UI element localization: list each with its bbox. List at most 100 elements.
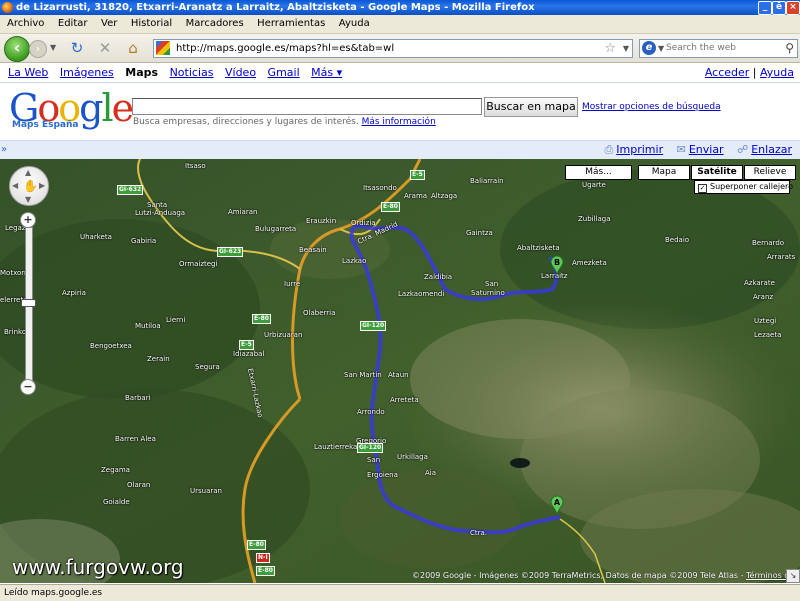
place-label: Olaberria xyxy=(303,309,336,317)
svg-text:B: B xyxy=(554,258,560,267)
map-type-map-button[interactable]: Mapa xyxy=(638,165,690,180)
road-name-label: Ctra. xyxy=(470,529,488,537)
back-button[interactable]: ‹ xyxy=(4,36,30,62)
search-hint-text: Busca empresas, direcciones y lugares de… xyxy=(133,117,359,127)
place-label: Altzaga xyxy=(431,192,458,200)
search-map-button[interactable]: Buscar en mapa xyxy=(484,97,578,117)
logo-subtitle: Maps España xyxy=(12,120,79,130)
overview-toggle-icon[interactable]: ↘ xyxy=(786,569,800,583)
bookmark-star-icon[interactable]: ☆ xyxy=(604,40,616,57)
link-link[interactable]: Enlazar xyxy=(751,143,792,156)
minimize-button[interactable]: _ xyxy=(758,1,772,15)
place-label: Aia xyxy=(425,469,437,477)
place-label: Zegama xyxy=(101,466,130,474)
overlay-label: Superponer callejero xyxy=(710,182,794,191)
zoom-slider-thumb[interactable] xyxy=(21,299,36,307)
pan-up-icon[interactable]: ▲ xyxy=(25,168,31,177)
menu-historial[interactable]: Historial xyxy=(126,15,177,33)
hand-icon[interactable]: ✋ xyxy=(23,179,38,193)
start-marker-a[interactable]: A xyxy=(550,495,564,515)
place-label: Aranz xyxy=(753,293,774,301)
gbar-link-news[interactable]: Noticias xyxy=(170,66,214,79)
map-type-terrain-button[interactable]: Relieve xyxy=(744,165,796,180)
zoom-in-button[interactable]: + xyxy=(20,212,36,228)
place-label: Zerain xyxy=(147,355,170,363)
place-label: Amiaran xyxy=(228,208,258,216)
close-button[interactable]: × xyxy=(786,1,800,15)
pan-control[interactable]: ▲ ▼ ◀ ▶ ✋ xyxy=(9,166,49,206)
zoom-out-button[interactable]: − xyxy=(20,379,36,395)
place-label: Arrarats xyxy=(767,253,796,261)
map-type-satellite-button[interactable]: Satélite xyxy=(691,165,743,180)
search-engine-icon[interactable]: e xyxy=(642,41,656,55)
place-label: Abaltzisketa xyxy=(517,244,560,252)
place-label: Arreteta xyxy=(390,396,419,404)
map-search-input[interactable] xyxy=(132,98,482,115)
place-label: Lazkao xyxy=(342,257,367,265)
google-bar-links: La Web Imágenes Maps Noticias Vídeo Gmai… xyxy=(8,66,350,79)
place-label: Beasain xyxy=(299,246,327,254)
forward-button[interactable]: › xyxy=(29,40,47,58)
place-label: Zaldibia xyxy=(424,273,453,281)
menu-editar[interactable]: Editar xyxy=(53,15,93,33)
place-label: Arama xyxy=(404,192,428,200)
road-shield: E-5 xyxy=(410,170,425,180)
pan-down-icon[interactable]: ▼ xyxy=(25,195,31,204)
map-type-more-button[interactable]: Más... xyxy=(565,165,632,180)
help-link[interactable]: Ayuda xyxy=(760,66,794,79)
checkbox-icon[interactable]: ✓ xyxy=(698,184,707,193)
gbar-link-images[interactable]: Imágenes xyxy=(60,66,114,79)
place-label: Idiazabal xyxy=(233,350,265,358)
place-label: Iurre xyxy=(284,280,301,288)
send-link[interactable]: Enviar xyxy=(689,143,724,156)
status-text: Leído maps.google.es xyxy=(4,588,103,598)
place-label: Uztegi xyxy=(754,317,777,325)
restore-button[interactable]: ē xyxy=(772,1,786,15)
road-shield: E-80 xyxy=(252,314,271,324)
place-label: Mutiloa xyxy=(135,322,161,330)
sign-in-link[interactable]: Acceder xyxy=(705,66,749,79)
stop-icon[interactable]: ✕ xyxy=(96,39,114,57)
road-shield: E-80 xyxy=(381,202,400,212)
more-info-link[interactable]: Más información xyxy=(362,117,436,127)
status-bar: Leído maps.google.es xyxy=(0,584,800,601)
menu-archivo[interactable]: Archivo xyxy=(2,15,49,33)
place-label: Urkillaga xyxy=(397,453,428,461)
pan-right-icon[interactable]: ▶ xyxy=(39,181,45,190)
menu-ver[interactable]: Ver xyxy=(96,15,122,33)
print-link[interactable]: Imprimir xyxy=(616,143,663,156)
overlay-streets-checkbox[interactable]: ✓ Superponer callejero xyxy=(694,180,794,194)
collapse-panel-icon[interactable]: » xyxy=(1,141,7,159)
place-label: Lazkaomendi xyxy=(398,290,445,298)
web-search-input[interactable] xyxy=(666,41,774,54)
gbar-link-web[interactable]: La Web xyxy=(8,66,48,79)
url-dropdown-icon[interactable]: ▼ xyxy=(623,40,629,57)
url-bar[interactable]: http://maps.google.es/maps?hl=es&tab=wl … xyxy=(153,39,633,58)
map-canvas[interactable]: Itsaso Santa Lutzi-Anduaga Amiaran Uhark… xyxy=(0,159,800,583)
gbar-link-video[interactable]: Vídeo xyxy=(225,66,256,79)
map-actions: ⎙ Imprimir ✉ Enviar ☍ Enlazar xyxy=(604,141,792,159)
road-shield: GI-623 xyxy=(217,247,244,257)
menu-marcadores[interactable]: Marcadores xyxy=(181,15,249,33)
google-bar-account: Acceder | Ayuda xyxy=(705,66,794,79)
history-dropdown-icon[interactable]: ▼ xyxy=(50,43,58,53)
pan-left-icon[interactable]: ◀ xyxy=(12,181,18,190)
gbar-link-more[interactable]: Más ▾ xyxy=(311,66,342,79)
menu-herramientas[interactable]: Herramientas xyxy=(252,15,330,33)
gbar-link-maps: Maps xyxy=(125,66,159,79)
end-marker-b[interactable]: B xyxy=(550,255,564,275)
gbar-link-gmail[interactable]: Gmail xyxy=(268,66,300,79)
navigation-toolbar: ‹ › ▼ ↻ ✕ ⌂ http://maps.google.es/maps?h… xyxy=(0,34,800,63)
place-label: Zubillaga xyxy=(578,215,611,223)
reload-icon[interactable]: ↻ xyxy=(68,39,86,57)
place-label: Bernardo xyxy=(752,239,785,247)
search-icon[interactable]: ⚲ xyxy=(785,40,794,57)
place-label: Olaran xyxy=(127,481,151,489)
firefox-icon xyxy=(2,2,13,13)
place-label: Lutzi-Anduaga xyxy=(135,209,186,217)
menu-ayuda[interactable]: Ayuda xyxy=(334,15,375,33)
search-options-link[interactable]: Mostrar opciones de búsqueda xyxy=(582,102,721,112)
web-search-box[interactable]: e ▼ ⚲ xyxy=(639,39,798,58)
search-engine-dropdown-icon[interactable]: ▼ xyxy=(658,40,664,57)
home-icon[interactable]: ⌂ xyxy=(124,39,142,57)
